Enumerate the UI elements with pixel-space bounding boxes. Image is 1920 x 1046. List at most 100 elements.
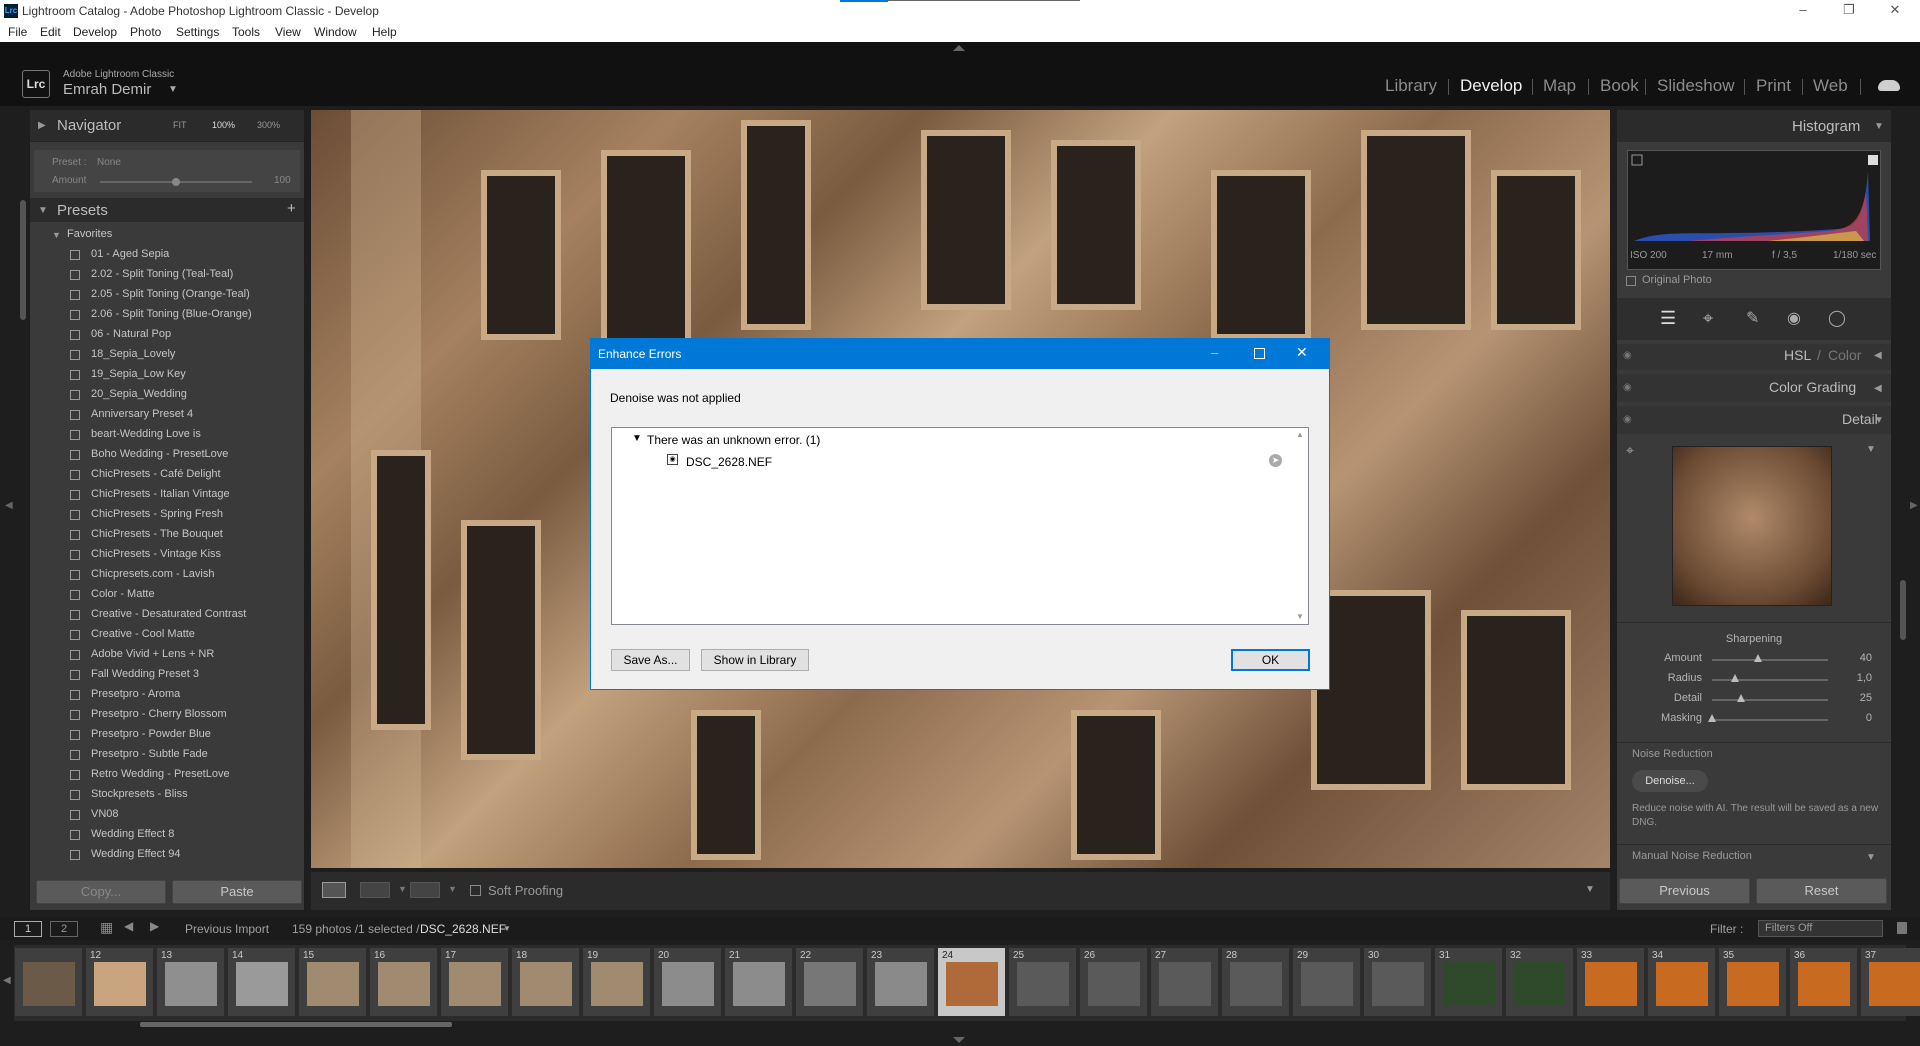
filmstrip-frame[interactable]: 22 (795, 948, 863, 1016)
tree-expand-icon[interactable]: ▼ (632, 433, 642, 444)
preset-item[interactable]: Boho Wedding - PresetLove (91, 448, 228, 460)
add-preset-icon[interactable]: + (287, 200, 296, 217)
main-window-button[interactable]: 1 (14, 921, 42, 937)
original-photo-checkbox[interactable] (1626, 276, 1636, 286)
preset-item[interactable]: Wedding Effect 8 (91, 828, 174, 840)
preset-item[interactable]: 19_Sepia_Low Key (91, 368, 186, 380)
edit-sliders-icon[interactable]: ☰ (1660, 308, 1676, 329)
filmstrip-frame[interactable]: 24 (937, 948, 1005, 1016)
preset-item[interactable]: beart-Wedding Love is (91, 428, 201, 440)
preset-item[interactable]: Wedding Effect 94 (91, 848, 181, 860)
color-grading-title[interactable]: Color Grading (1769, 379, 1856, 395)
preset-item[interactable]: ChicPresets - Café Delight (91, 468, 221, 480)
detail-preview-dropdown-icon[interactable]: ▼ (1866, 444, 1876, 455)
save-as-button[interactable]: Save As... (611, 649, 690, 671)
sharpening-value[interactable]: 1,0 (1842, 672, 1872, 684)
filter-lock-icon[interactable] (1897, 922, 1907, 934)
filmstrip-frame[interactable]: 35 (1718, 948, 1786, 1016)
detail-title[interactable]: Detail (1842, 411, 1878, 427)
preset-item[interactable]: 2.05 - Split Toning (Orange-Teal) (91, 288, 250, 300)
filmstrip-frame[interactable]: 28 (1221, 948, 1289, 1016)
preset-item[interactable]: ChicPresets - Italian Vintage (91, 488, 230, 500)
back-arrow-icon[interactable]: ◀ (124, 919, 133, 933)
filmstrip-frame[interactable]: 34 (1647, 948, 1715, 1016)
manual-noise-dropdown-icon[interactable]: ▼ (1866, 852, 1876, 863)
right-scrollbar[interactable] (1900, 580, 1906, 640)
right-collapse-icon[interactable]: ▶ (1910, 500, 1918, 511)
menu-develop[interactable]: Develop (73, 25, 117, 39)
preset-item[interactable]: 18_Sepia_Lovely (91, 348, 175, 360)
filmstrip-frame[interactable]: 32 (1505, 948, 1573, 1016)
preset-item[interactable]: Creative - Cool Matte (91, 628, 195, 640)
module-develop[interactable]: Develop (1460, 76, 1522, 96)
detail-preview-image[interactable] (1672, 446, 1832, 606)
detail-eye-icon[interactable]: ◉ (1623, 414, 1632, 425)
cloud-icon[interactable] (1878, 80, 1900, 91)
filmstrip-frame[interactable]: 14 (227, 948, 295, 1016)
sharpening-slider[interactable] (1712, 679, 1828, 681)
preset-item[interactable]: ChicPresets - Spring Fresh (91, 508, 223, 520)
filmstrip-frame[interactable]: 13 (156, 948, 224, 1016)
manual-noise-reduction[interactable]: Manual Noise Reduction (1632, 850, 1752, 862)
preset-item[interactable]: Presetpro - Aroma (91, 688, 180, 700)
ok-button[interactable]: OK (1231, 649, 1310, 671)
preset-item[interactable]: 01 - Aged Sepia (91, 248, 169, 260)
maximize-button[interactable]: ❐ (1826, 0, 1872, 22)
filmstrip-frame[interactable]: 36 (1789, 948, 1857, 1016)
menu-window[interactable]: Window (314, 25, 357, 39)
sharpening-value[interactable]: 25 (1842, 692, 1872, 704)
zoom-100[interactable]: 100% (212, 120, 235, 130)
hsl-collapse-icon[interactable]: ◀ (1874, 350, 1882, 361)
module-print[interactable]: Print (1756, 76, 1791, 96)
color-title[interactable]: Color (1828, 347, 1861, 363)
color-grading-eye-icon[interactable]: ◉ (1623, 382, 1632, 393)
identity-dropdown-icon[interactable]: ▼ (168, 84, 178, 95)
swap-view-icon[interactable] (410, 882, 440, 898)
menu-settings[interactable]: Settings (176, 25, 219, 39)
hsl-title[interactable]: HSL (1784, 347, 1811, 363)
file-dropdown-icon[interactable]: ▼ (503, 924, 511, 933)
preset-item[interactable]: Creative - Desaturated Contrast (91, 608, 246, 620)
filter-select[interactable]: Filters Off (1758, 920, 1883, 937)
preset-item[interactable]: 06 - Natural Pop (91, 328, 171, 340)
filmstrip-frame[interactable]: 15 (298, 948, 366, 1016)
previous-button[interactable]: Previous (1619, 878, 1750, 904)
top-panel-toggle-icon[interactable] (953, 45, 965, 51)
secondary-window-button[interactable]: 2 (50, 921, 78, 937)
minimize-button[interactable]: – (1780, 0, 1826, 22)
filmstrip-frame[interactable]: 12 (85, 948, 153, 1016)
source-label[interactable]: Previous Import (185, 922, 269, 936)
sharpening-slider-thumb[interactable] (1754, 654, 1763, 662)
denoise-button[interactable]: Denoise... (1632, 770, 1708, 792)
menu-edit[interactable]: Edit (40, 25, 61, 39)
dialog-minimize-icon[interactable]: – (1211, 345, 1218, 360)
preset-item[interactable]: Color - Matte (91, 588, 155, 600)
menu-photo[interactable]: Photo (130, 25, 161, 39)
sharpening-value[interactable]: 0 (1842, 712, 1872, 724)
preset-item[interactable]: Fall Wedding Preset 3 (91, 668, 199, 680)
preset-item[interactable]: Retro Wedding - PresetLove (91, 768, 230, 780)
soft-proofing-checkbox[interactable] (470, 885, 481, 896)
tree-scroll-up-icon[interactable]: ▲ (1296, 430, 1304, 439)
module-library[interactable]: Library (1385, 76, 1437, 96)
filmstrip-frame[interactable]: 20 (653, 948, 721, 1016)
preset-item[interactable]: Chicpresets.com - Lavish (91, 568, 215, 580)
menu-file[interactable]: File (8, 25, 27, 39)
preset-item[interactable]: 20_Sepia_Wedding (91, 388, 187, 400)
preset-item[interactable]: ChicPresets - The Bouquet (91, 528, 223, 540)
filmstrip-frame[interactable]: 31 (1434, 948, 1502, 1016)
detail-target-icon[interactable]: ⌖ (1626, 442, 1634, 459)
sharpening-slider-thumb[interactable] (1708, 714, 1716, 722)
filmstrip-frame[interactable]: 21 (724, 948, 792, 1016)
filmstrip-frame[interactable]: 29 (1292, 948, 1360, 1016)
grid-view-icon[interactable]: ▦ (100, 919, 113, 936)
amount-slider-thumb[interactable] (172, 178, 180, 186)
toolbar-dropdown-icon[interactable]: ▼ (1585, 884, 1595, 895)
filmstrip-frame[interactable]: 25 (1008, 948, 1076, 1016)
error-group[interactable]: There was an unknown error. (1) (647, 433, 820, 447)
paste-button[interactable]: Paste (172, 880, 302, 904)
filmstrip-left-icon[interactable]: ◀ (3, 975, 11, 986)
sharpening-slider[interactable] (1712, 699, 1828, 701)
left-collapse-icon[interactable]: ◀ (5, 500, 13, 511)
sharpening-slider[interactable] (1712, 719, 1828, 721)
